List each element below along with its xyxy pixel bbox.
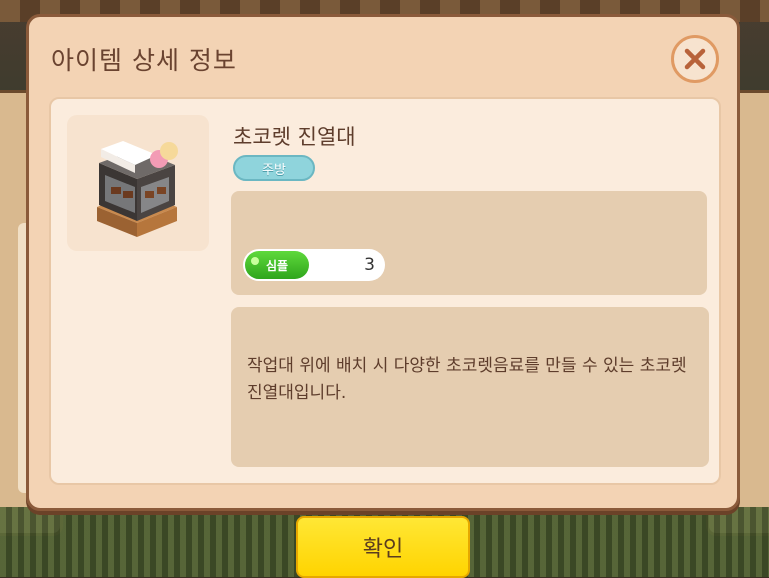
dialog-title: 아이템 상세 정보 <box>51 46 237 75</box>
confirm-button[interactable]: 확인 <box>296 516 470 578</box>
item-detail-dialog: 아이템 상세 정보 초코렛 진열대 주방 심플 3 작업대 위에 배치 시 다양… <box>26 14 740 511</box>
close-icon <box>684 48 706 70</box>
stat-value: 3 <box>364 255 375 275</box>
category-badge: 주방 <box>233 155 315 181</box>
stat-label: 심플 <box>245 251 309 279</box>
item-detail-content: 초코렛 진열대 주방 심플 3 작업대 위에 배치 시 다양한 초코렛음료를 만… <box>49 97 721 485</box>
close-button[interactable] <box>671 35 719 83</box>
item-description-panel: 작업대 위에 배치 시 다양한 초코렛음료를 만들 수 있는 초코렛 진열대입니… <box>231 307 709 467</box>
stat-pill: 심플 3 <box>243 249 385 281</box>
item-thumbnail <box>67 115 209 251</box>
chocolate-display-case-icon <box>97 141 178 237</box>
item-stats-panel: 심플 3 <box>231 191 707 295</box>
stat-dot-icon <box>251 257 259 265</box>
item-description: 작업대 위에 배치 시 다양한 초코렛음료를 만들 수 있는 초코렛 진열대입니… <box>247 356 687 403</box>
item-name: 초코렛 진열대 <box>233 125 356 149</box>
